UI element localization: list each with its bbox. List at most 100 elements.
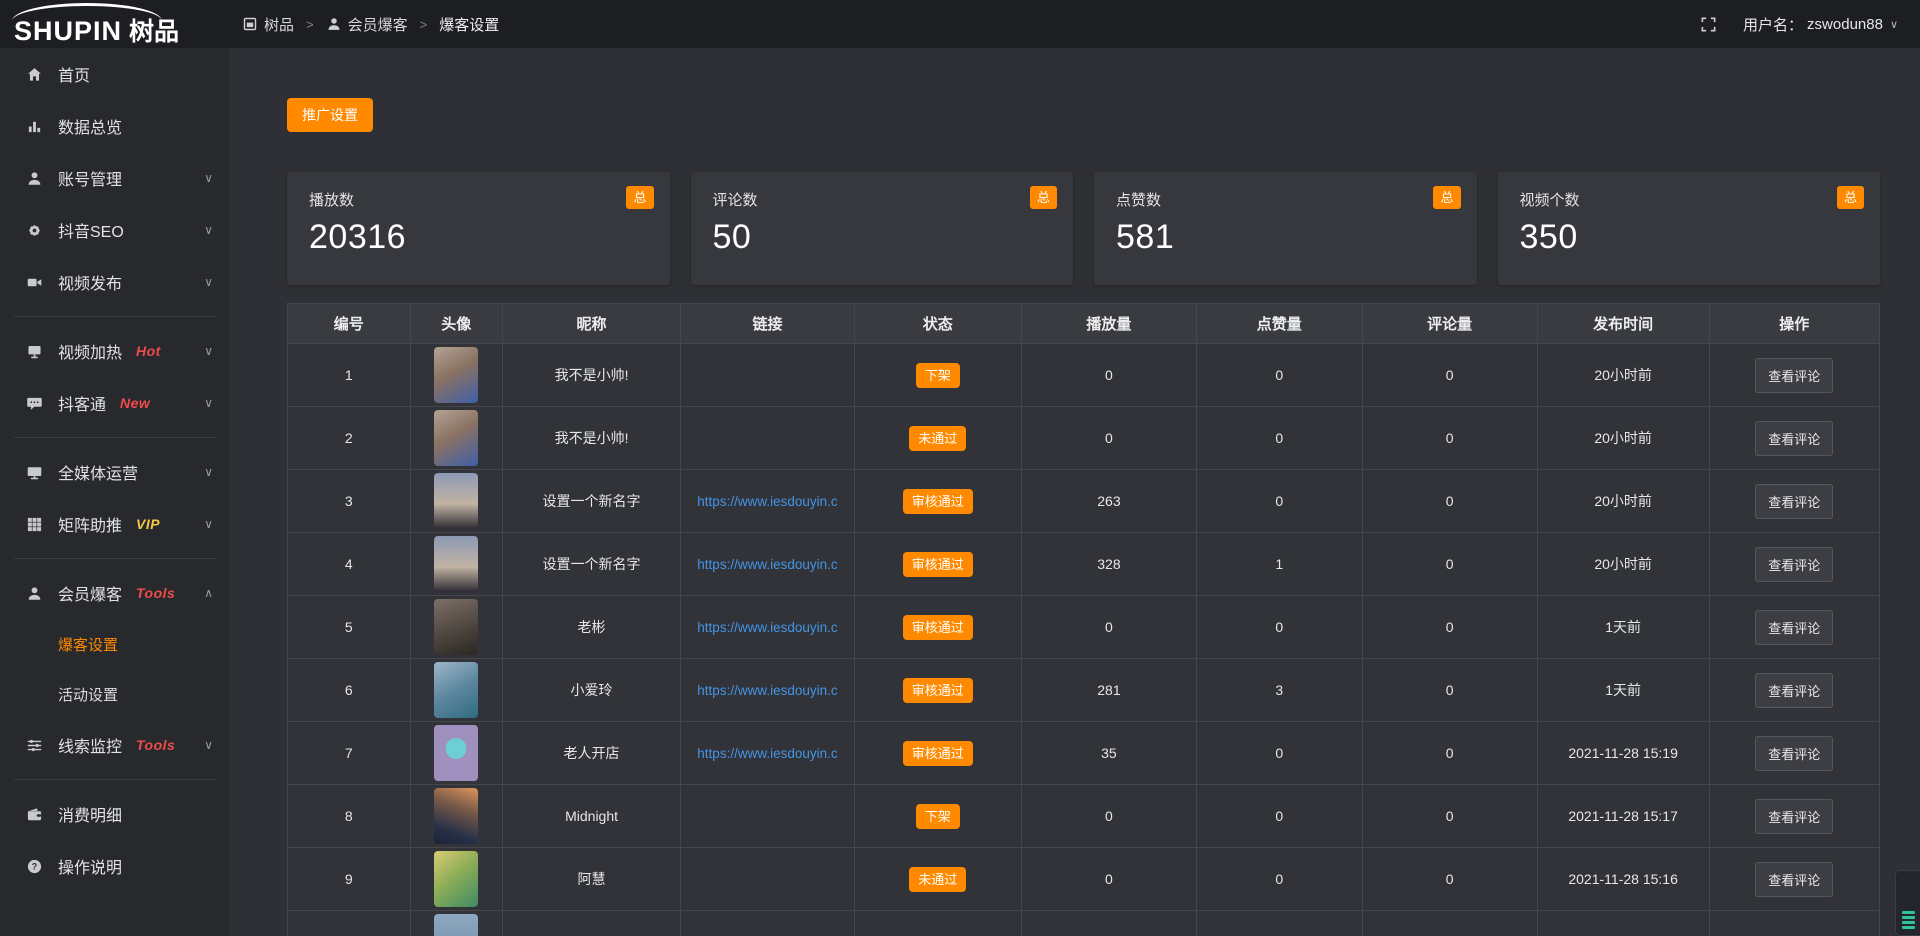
status-badge: 审核通过 bbox=[903, 552, 973, 577]
status-badge: 下架 bbox=[916, 363, 960, 388]
sidebar-item-线索监控[interactable]: 线索监控 Tools ∨ bbox=[0, 719, 230, 771]
column-header-状态: 状态 bbox=[854, 304, 1021, 344]
table-row bbox=[288, 911, 1880, 936]
sidebar-subitem-爆客设置[interactable]: 爆客设置 bbox=[0, 619, 230, 669]
topbar-right: 用户名：zswodun88 ∨ bbox=[1700, 14, 1920, 35]
cell-plays: 0 bbox=[1021, 344, 1196, 407]
view-comments-button[interactable]: 查看评论 bbox=[1755, 673, 1833, 708]
promotion-settings-button[interactable]: 推广设置 bbox=[287, 98, 373, 132]
view-comments-button[interactable]: 查看评论 bbox=[1755, 484, 1833, 519]
sidebar-item-数据总览[interactable]: 数据总览 bbox=[0, 100, 230, 152]
grid-icon bbox=[26, 516, 43, 533]
app-logo[interactable]: SHUPIN 树品 bbox=[0, 0, 230, 48]
breadcrumb-item: 爆客设置 bbox=[439, 14, 499, 35]
view-comments-button[interactable]: 查看评论 bbox=[1755, 736, 1833, 771]
floating-widget[interactable] bbox=[1895, 870, 1920, 936]
cell-status: 下架 bbox=[854, 785, 1021, 848]
sidebar-item-操作说明[interactable]: ? 操作说明 bbox=[0, 840, 230, 892]
chevron-down-icon: ∨ bbox=[204, 465, 213, 479]
column-header-链接: 链接 bbox=[681, 304, 855, 344]
cell-comments bbox=[1362, 911, 1537, 936]
total-badge: 总 bbox=[1030, 186, 1057, 209]
sidebar-item-抖客通[interactable]: 抖客通 New ∨ bbox=[0, 377, 230, 429]
user-menu[interactable]: 用户名：zswodun88 ∨ bbox=[1743, 14, 1898, 35]
view-comments-button[interactable]: 查看评论 bbox=[1755, 421, 1833, 456]
fullscreen-icon[interactable] bbox=[1700, 16, 1717, 33]
cell-link bbox=[681, 785, 855, 848]
status-badge: 审核通过 bbox=[903, 489, 973, 514]
sidebar-item-消费明细[interactable]: 消费明细 bbox=[0, 788, 230, 840]
sidebar-item-矩阵助推[interactable]: 矩阵助推 VIP ∨ bbox=[0, 498, 230, 550]
view-comments-button[interactable]: 查看评论 bbox=[1755, 799, 1833, 834]
view-comments-button[interactable]: 查看评论 bbox=[1755, 610, 1833, 645]
sidebar-item-label: 抖音SEO bbox=[58, 218, 124, 242]
breadcrumb-item[interactable]: 树品 bbox=[242, 14, 294, 35]
bar-chart-icon bbox=[26, 118, 43, 135]
video-link[interactable]: https://www.iesdouyin.c bbox=[697, 683, 837, 698]
video-link[interactable]: https://www.iesdouyin.c bbox=[697, 620, 837, 635]
avatar bbox=[434, 599, 478, 655]
avatar bbox=[434, 914, 478, 936]
avatar bbox=[434, 347, 478, 403]
chevron-down-icon: ∨ bbox=[204, 517, 213, 531]
video-link[interactable]: https://www.iesdouyin.c bbox=[697, 746, 837, 761]
cell-plays: 281 bbox=[1021, 659, 1196, 722]
cell-time: 2021-11-28 15:19 bbox=[1537, 722, 1709, 785]
cell-status: 审核通过 bbox=[854, 533, 1021, 596]
chevron-up-icon: ∧ bbox=[204, 586, 213, 600]
sidebar-item-视频发布[interactable]: 视频发布 ∨ bbox=[0, 256, 230, 308]
column-header-播放量: 播放量 bbox=[1021, 304, 1196, 344]
sidebar-item-账号管理[interactable]: 账号管理 ∨ bbox=[0, 152, 230, 204]
table-row: 4设置一个新名字https://www.iesdouyin.c审核通过32810… bbox=[288, 533, 1880, 596]
sidebar-subitem-活动设置[interactable]: 活动设置 bbox=[0, 669, 230, 719]
sidebar-item-label: 账号管理 bbox=[58, 166, 122, 190]
sidebar-item-tag: New bbox=[120, 395, 150, 411]
view-comments-button[interactable]: 查看评论 bbox=[1755, 547, 1833, 582]
sidebar-item-首页[interactable]: 首页 bbox=[0, 48, 230, 100]
total-badge: 总 bbox=[626, 186, 653, 209]
cell-action: 查看评论 bbox=[1709, 722, 1879, 785]
cell-id: 6 bbox=[288, 659, 411, 722]
cell-status: 下架 bbox=[854, 344, 1021, 407]
table-row: 7老人开店https://www.iesdouyin.c审核通过35002021… bbox=[288, 722, 1880, 785]
stat-card-value: 50 bbox=[713, 218, 1054, 257]
cell-action: 查看评论 bbox=[1709, 407, 1879, 470]
cell-nickname: 老人开店 bbox=[502, 722, 680, 785]
stat-card-title: 播放数 bbox=[309, 189, 650, 210]
cell-likes: 0 bbox=[1196, 848, 1362, 911]
cell-link: https://www.iesdouyin.c bbox=[681, 596, 855, 659]
total-badge: 总 bbox=[1837, 186, 1864, 209]
widget-stripe bbox=[1902, 926, 1915, 929]
cell-comments: 0 bbox=[1362, 848, 1537, 911]
sidebar-item-会员爆客[interactable]: 会员爆客 Tools ∧ bbox=[0, 567, 230, 619]
breadcrumb-separator: > bbox=[306, 17, 314, 32]
sidebar-item-视频加热[interactable]: 视频加热 Hot ∨ bbox=[0, 325, 230, 377]
sidebar-item-抖音SEO[interactable]: 抖音SEO ∨ bbox=[0, 204, 230, 256]
view-comments-button[interactable]: 查看评论 bbox=[1755, 358, 1833, 393]
column-header-操作: 操作 bbox=[1709, 304, 1879, 344]
home-icon bbox=[26, 66, 43, 83]
column-header-头像: 头像 bbox=[410, 304, 502, 344]
sidebar-item-全媒体运营[interactable]: 全媒体运营 ∨ bbox=[0, 446, 230, 498]
cell-comments: 0 bbox=[1362, 659, 1537, 722]
screen-icon bbox=[26, 343, 43, 360]
cell-id: 5 bbox=[288, 596, 411, 659]
video-link[interactable]: https://www.iesdouyin.c bbox=[697, 557, 837, 572]
help-icon: ? bbox=[26, 858, 43, 875]
stat-card-title: 评论数 bbox=[713, 189, 1054, 210]
sidebar-item-label: 抖客通 bbox=[58, 391, 106, 415]
cell-time: 2021-11-28 15:16 bbox=[1537, 848, 1709, 911]
video-link[interactable]: https://www.iesdouyin.c bbox=[697, 494, 837, 509]
stat-card: 评论数 总 50 bbox=[691, 172, 1074, 285]
sidebar-item-label: 视频加热 bbox=[58, 339, 122, 363]
view-comments-button[interactable]: 查看评论 bbox=[1755, 862, 1833, 897]
breadcrumb-item[interactable]: 会员爆客 bbox=[326, 14, 408, 35]
cell-nickname: 设置一个新名字 bbox=[502, 470, 680, 533]
table-row: 9阿慧未通过0002021-11-28 15:16查看评论 bbox=[288, 848, 1880, 911]
sidebar-item-label: 首页 bbox=[58, 62, 90, 86]
cell-link: https://www.iesdouyin.c bbox=[681, 659, 855, 722]
cell-plays: 0 bbox=[1021, 407, 1196, 470]
column-header-评论量: 评论量 bbox=[1362, 304, 1537, 344]
total-badge: 总 bbox=[1433, 186, 1460, 209]
cell-avatar bbox=[410, 659, 502, 722]
